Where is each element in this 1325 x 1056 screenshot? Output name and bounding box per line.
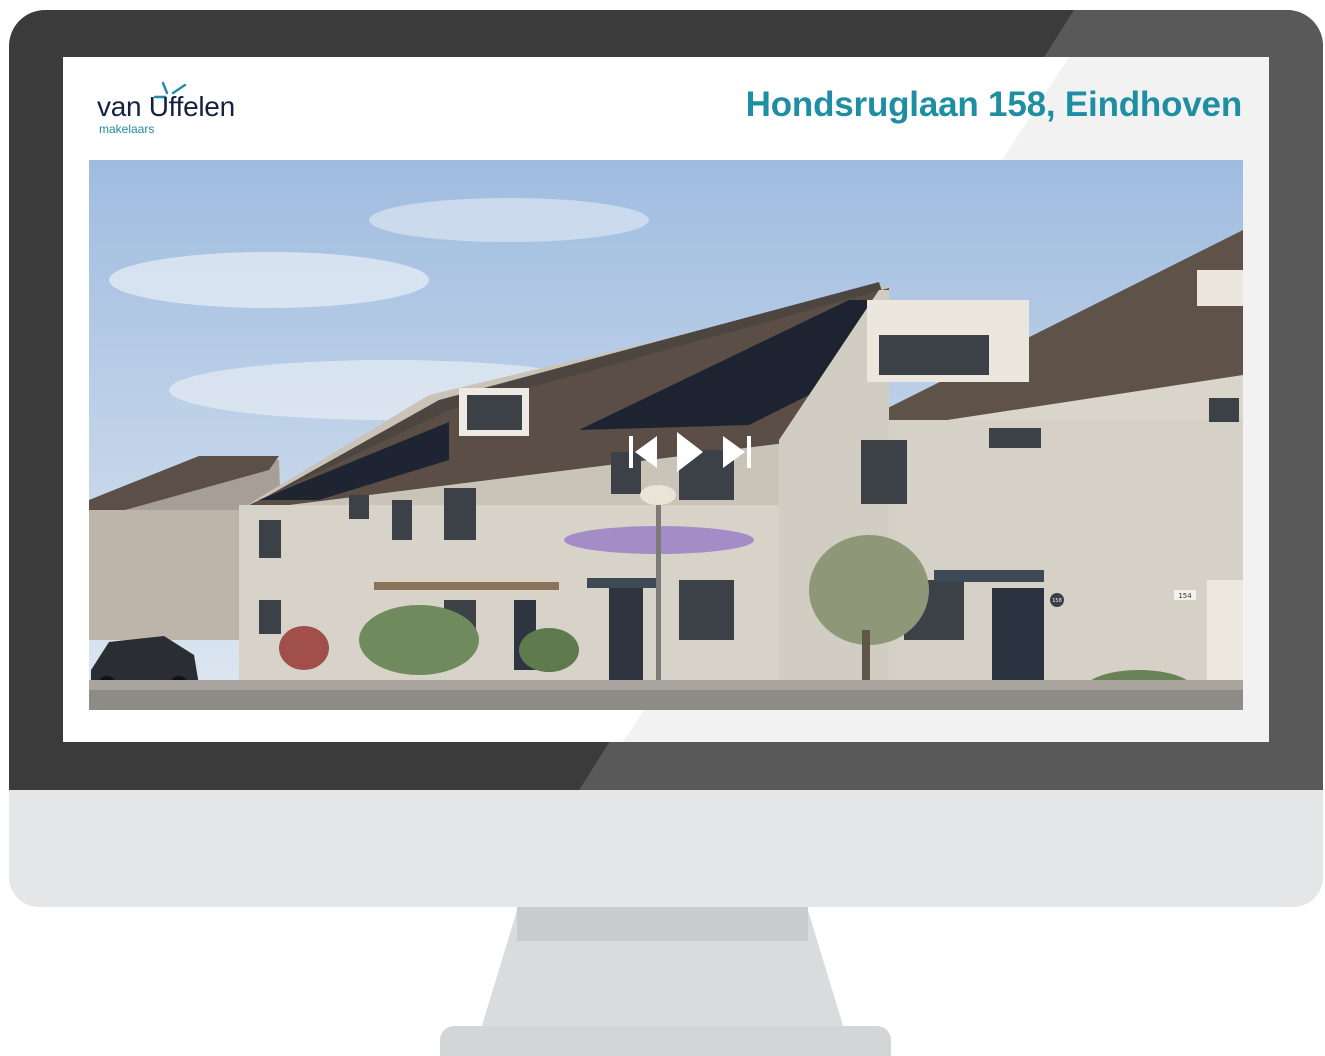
skip-back-icon[interactable] bbox=[627, 432, 661, 472]
brand-logo[interactable]: van Uffelen makelaars bbox=[97, 81, 267, 141]
play-icon[interactable] bbox=[675, 432, 705, 472]
monitor-stand-base bbox=[440, 1026, 891, 1056]
skip-forward-icon[interactable] bbox=[719, 432, 753, 472]
house-number-154: 154 bbox=[1178, 592, 1192, 600]
screen: van Uffelen makelaars Hondsruglaan 158, … bbox=[63, 57, 1269, 742]
page-title: Hondsruglaan 158, Eindhoven bbox=[745, 85, 1243, 124]
monitor-chin bbox=[9, 790, 1323, 907]
listing-photo[interactable]: 154 158 bbox=[89, 160, 1243, 710]
slideshow-controls bbox=[627, 432, 757, 472]
brand-name: van Uffelen bbox=[97, 91, 235, 122]
monitor-stand-shadow bbox=[517, 907, 808, 941]
brand-subtitle: makelaars bbox=[99, 122, 155, 136]
house-number-158: 158 bbox=[1052, 598, 1062, 604]
